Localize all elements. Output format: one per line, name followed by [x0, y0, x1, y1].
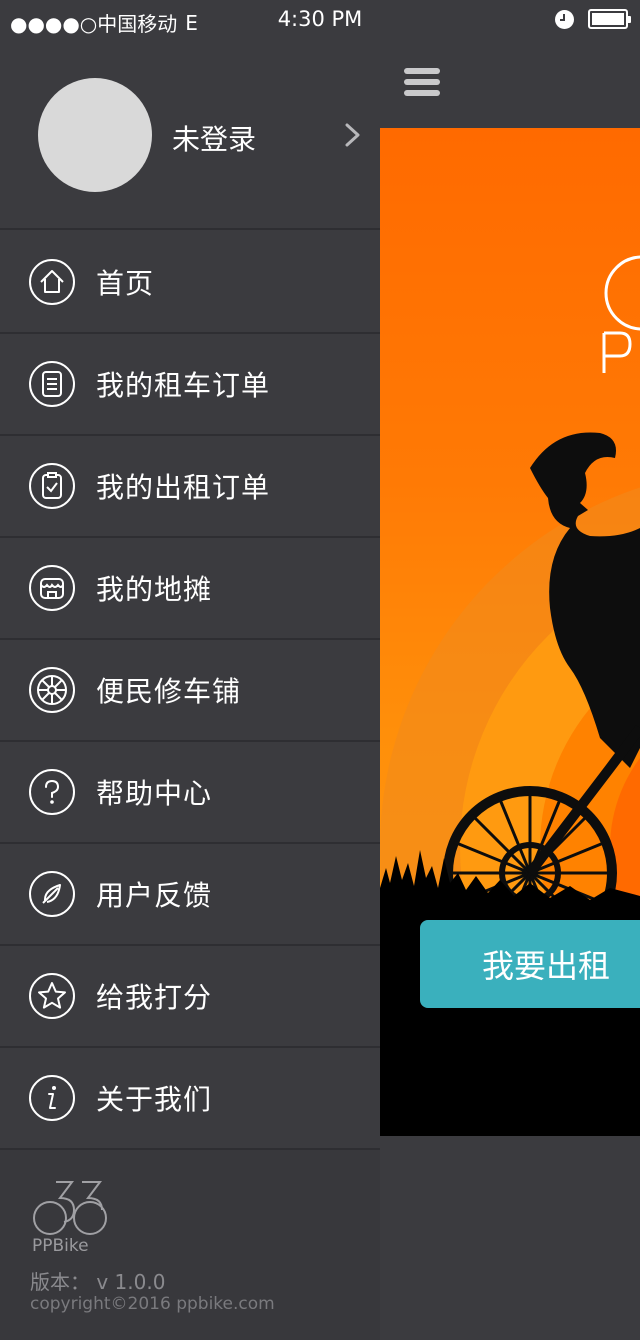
wheel-icon	[29, 667, 75, 713]
version-label: 版本： v 1.0.0	[30, 1270, 166, 1294]
sidebar-item-my-stall[interactable]: 我的地摊	[0, 538, 380, 640]
sidebar-item-label: 我的租车订单	[96, 369, 271, 402]
copyright-label: copyright©2016 ppbike.com	[30, 1294, 275, 1314]
sidebar-item-rate-us[interactable]: 给我打分	[0, 946, 380, 1048]
sidebar-item-label: 首页	[96, 267, 155, 300]
avatar[interactable]	[38, 78, 152, 192]
sidebar-item-repair-shop[interactable]: 便民修车铺	[0, 640, 380, 742]
feather-icon	[29, 871, 75, 917]
main-panel: 我要出租	[380, 40, 640, 1340]
clipboard-check-icon	[29, 463, 75, 509]
status-time: 4:30 PM	[277, 7, 363, 31]
battery-icon	[588, 9, 631, 29]
sidebar-item-about-us[interactable]: 关于我们	[0, 1048, 380, 1150]
help-icon	[29, 769, 75, 815]
sidebar-footer: PPBike 版本： v 1.0.0 copyright©2016 ppbike…	[0, 1150, 380, 1340]
sidebar-item-label: 用户反馈	[96, 879, 213, 912]
sidebar-item-rental-orders[interactable]: 我的租车订单	[0, 334, 380, 436]
sidebar-item-home[interactable]: 首页	[0, 232, 380, 334]
sidebar-item-label: 我的出租订单	[96, 471, 271, 504]
star-icon	[29, 973, 75, 1019]
rent-out-button[interactable]: 我要出租	[420, 920, 640, 1008]
order-list-icon	[29, 361, 75, 407]
chevron-right-icon[interactable]	[344, 122, 362, 148]
ppbike-logo	[33, 1181, 107, 1235]
sidebar-item-help-center[interactable]: 帮助中心	[0, 742, 380, 844]
sidebar-item-label: 关于我们	[96, 1083, 213, 1116]
status-bar: ●●●●○中国移动 E 4:30 PM	[0, 0, 640, 40]
sidebar-item-label: 我的地摊	[96, 573, 213, 606]
home-icon	[29, 259, 75, 305]
status-indicators	[555, 9, 631, 29]
sidebar-item-label: 便民修车铺	[96, 675, 242, 708]
alarm-icon	[555, 9, 574, 29]
login-status-label: 未登录	[172, 123, 257, 156]
sidebar-item-lease-orders[interactable]: 我的出租订单	[0, 436, 380, 538]
profile-header[interactable]: 未登录	[0, 40, 380, 230]
sidebar-item-feedback[interactable]: 用户反馈	[0, 844, 380, 946]
sidebar-item-label: 给我打分	[96, 981, 213, 1014]
sidebar-drawer: 未登录 首页 我的租车订单 我的出租订单 我的地摊 便民修车铺 帮助中心 用户反…	[0, 40, 380, 1340]
sidebar-item-label: 帮助中心	[96, 777, 213, 810]
info-icon	[29, 1075, 75, 1121]
sidebar-menu: 首页 我的租车订单 我的出租订单 我的地摊 便民修车铺 帮助中心 用户反馈 给我…	[0, 232, 380, 1150]
shop-icon	[29, 565, 75, 611]
logo-text: PPBike	[32, 1236, 89, 1256]
menu-toggle-icon[interactable]	[404, 68, 440, 100]
